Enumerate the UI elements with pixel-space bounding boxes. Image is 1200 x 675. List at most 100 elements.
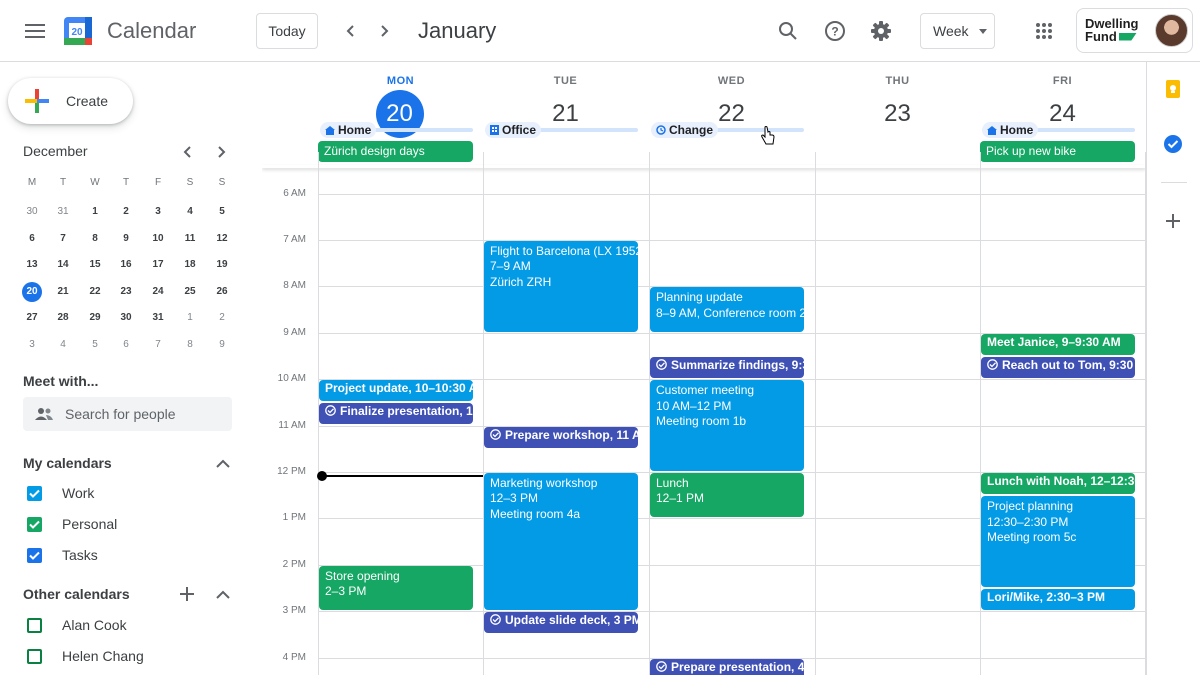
mini-day[interactable]: 25 [175,284,205,300]
other-calendar-checkbox[interactable] [27,618,42,633]
mini-day[interactable]: 2 [207,310,237,326]
calendar-event[interactable]: Meet Janice, 9–9:30 AM [981,333,1135,355]
calendar-checkbox-work[interactable] [27,486,42,501]
collapse-other-calendars-button[interactable] [211,582,235,606]
apps-button[interactable] [1024,11,1064,51]
next-week-button[interactable] [365,11,405,51]
mini-day[interactable]: 15 [80,257,110,273]
working-location-chip[interactable]: Change [651,121,719,139]
mini-day[interactable]: 17 [143,257,173,273]
other-calendar-label[interactable]: Helen Chang [62,648,144,664]
mini-day[interactable]: 14 [48,257,78,273]
calendar-event[interactable]: Project update, 10–10:30 AM [319,380,473,402]
mini-day[interactable]: 13 [17,257,47,273]
today-button[interactable]: Today [256,13,318,49]
help-button[interactable]: ? [815,11,855,51]
search-button[interactable] [768,11,808,51]
create-button[interactable]: Create [8,78,133,124]
avatar[interactable] [1155,14,1188,47]
time-label: 8 AM [283,280,306,292]
calendar-label-work[interactable]: Work [62,485,94,501]
mini-day[interactable]: 3 [17,337,47,353]
mini-day[interactable]: 11 [175,231,205,247]
mini-day[interactable]: 5 [207,204,237,220]
task-event[interactable]: Update slide deck, 3 PM [484,612,638,634]
task-event[interactable]: Prepare workshop, 11 AM [484,426,638,448]
mini-day[interactable]: 30 [111,310,141,326]
other-calendar-checkbox[interactable] [27,649,42,664]
mini-day[interactable]: 7 [48,231,78,247]
calendar-event[interactable]: Flight to Barcelona (LX 1952) 7–9 AM Züric… [484,240,638,332]
mini-day[interactable]: 7 [143,337,173,353]
mini-day[interactable]: 8 [80,231,110,247]
calendar-event[interactable]: Marketing workshop 12–3 PM Meeting room 4a [484,472,638,611]
calendar-label-tasks[interactable]: Tasks [62,547,98,563]
mini-day[interactable]: 4 [175,204,205,220]
calendar-label-personal[interactable]: Personal [62,516,117,532]
mini-day[interactable]: 24 [143,284,173,300]
mini-day[interactable]: 1 [175,310,205,326]
mini-day[interactable]: 27 [17,310,47,326]
mini-day[interactable]: 5 [80,337,110,353]
mini-day[interactable]: 19 [207,257,237,273]
add-other-calendar-button[interactable] [175,582,199,606]
calendar-checkbox-personal[interactable] [27,517,42,532]
calendar-event[interactable]: Planning update 8–9 AM, Conference room 2 [650,287,804,332]
task-event[interactable]: Summarize findings, 9:30 AM [650,356,804,379]
calendar-event[interactable]: Project planning 12:30–2:30 PM Meeting roo… [981,496,1135,587]
working-location-chip[interactable]: Home [982,121,1039,139]
mini-day[interactable]: 10 [143,231,173,247]
mini-day[interactable]: 9 [207,337,237,353]
all-day-event[interactable]: Zürich design days [318,141,473,162]
calendar-event[interactable]: Lunch with Noah, 12–12:30 PM [981,472,1135,495]
collapse-my-calendars-button[interactable] [211,451,235,475]
day-number[interactable]: 23 [874,90,922,138]
settings-button[interactable] [861,11,901,51]
tasks-button[interactable] [1153,124,1193,164]
keep-button[interactable] [1153,69,1193,109]
mini-day[interactable]: 26 [207,284,237,300]
mini-prev-month-button[interactable] [175,140,199,164]
mini-day[interactable]: 6 [111,337,141,353]
mini-day[interactable]: 2 [111,204,141,220]
calendar-event[interactable]: Lori/Mike, 2:30–3 PM [981,588,1135,611]
view-selector[interactable]: Week [920,13,995,49]
calendar-event[interactable]: Lunch 12–1 PM [650,472,804,518]
mini-day[interactable]: 22 [80,284,110,300]
task-event[interactable]: Finalize presentation, 10:30 [319,403,473,425]
change-icon [656,125,666,135]
task-event[interactable]: Reach out to Tom, 9:30 AM [981,356,1135,379]
get-add-ons-button[interactable] [1153,201,1193,241]
previous-week-button[interactable] [330,11,370,51]
mini-day[interactable]: 9 [111,231,141,247]
mini-day[interactable]: 16 [111,257,141,273]
calendar-event[interactable]: Customer meeting 10 AM–12 PM Meeting room … [650,380,804,471]
mini-day[interactable]: 12 [207,231,237,247]
mini-day[interactable]: 29 [80,310,110,326]
mini-day[interactable]: 3 [143,204,173,220]
main-menu-button[interactable] [15,11,55,51]
mini-day[interactable]: 31 [143,310,173,326]
search-people-field[interactable]: Search for people [23,397,232,431]
mini-day[interactable]: 28 [48,310,78,326]
calendar-event[interactable]: Store opening 2–3 PM [319,565,473,611]
mini-day[interactable]: 21 [48,284,78,300]
task-event[interactable]: Prepare presentation, 4 PM [650,658,804,675]
mini-day-today[interactable]: 20 [22,281,42,302]
account-switcher[interactable]: Dwelling Fund [1076,8,1193,53]
mini-day[interactable]: 18 [175,257,205,273]
all-day-event[interactable]: Pick up new bike [980,141,1135,162]
mini-day[interactable]: 6 [17,231,47,247]
other-calendar-label[interactable]: Alan Cook [62,617,127,633]
working-location-chip[interactable]: Home [320,121,377,139]
mini-day[interactable]: 23 [111,284,141,300]
mini-day[interactable]: 30 [17,204,47,220]
calendar-logo[interactable]: 20 [64,17,92,45]
mini-next-month-button[interactable] [210,140,234,164]
working-location-chip[interactable]: Office [485,121,542,139]
mini-day[interactable]: 4 [48,337,78,353]
mini-day[interactable]: 8 [175,337,205,353]
mini-day[interactable]: 31 [48,204,78,220]
mini-day[interactable]: 1 [80,204,110,220]
calendar-checkbox-tasks[interactable] [27,548,42,563]
